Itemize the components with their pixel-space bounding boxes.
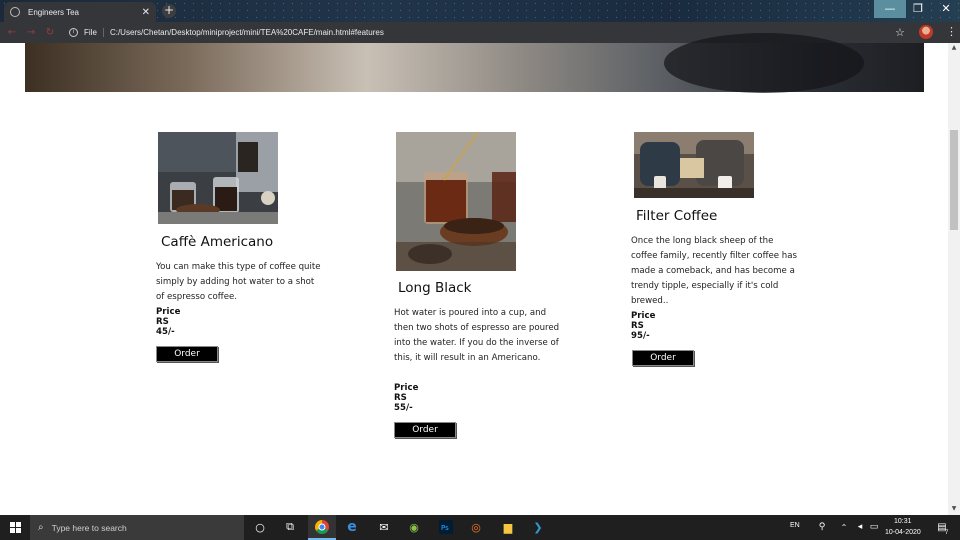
back-arrow-icon[interactable]: ← [5,26,19,40]
order-button[interactable]: Order [632,350,694,366]
filter-coffee-image [634,132,754,198]
people-icon[interactable]: ⚲ [814,518,830,536]
address-prefix: File [84,28,97,37]
blender-icon[interactable]: ◎ [468,518,484,536]
battery-icon[interactable]: ▭ [866,518,882,536]
info-icon[interactable]: i [69,28,78,37]
photoshop-icon[interactable]: Ps [438,518,454,536]
tab-title: Engineers Tea [28,7,79,17]
globe-icon [10,7,20,17]
forward-arrow-icon[interactable]: → [24,26,38,40]
search-icon: ⌕ [38,522,44,533]
product-description: Once the long black sheep of the coffee … [631,236,797,306]
close-window-button[interactable]: ✕ [930,0,960,18]
windows-logo-icon [9,522,21,533]
order-button[interactable]: Order [156,346,218,362]
browser-titlebar: Engineers Tea ✕ + — ❐ ✕ [0,0,960,22]
mail-icon[interactable]: ✉ [376,518,392,536]
americano-image [158,132,278,224]
notification-count: 7 [945,530,949,536]
product-title: Filter Coffee [636,208,718,224]
product-description: Hot water is poured into a cup, and then… [394,308,560,363]
product-price: Price RS 95/- [631,311,656,341]
product-title: Caffè Americano [161,234,274,250]
file-explorer-icon[interactable]: ▆ [500,518,516,536]
address-bar[interactable]: C:/Users/Chetan/Desktop/miniproject/mini… [110,28,384,37]
cortana-icon[interactable]: ○ [252,518,268,536]
hero-image [25,33,924,93]
product-description: You can make this type of coffee quite s… [156,262,321,302]
chrome-taskbar-icon[interactable] [308,515,336,540]
reload-icon[interactable]: ↻ [43,26,57,40]
search-placeholder: Type here to search [51,522,127,533]
product-price: Price RS 55/- [394,383,419,413]
scroll-up-icon[interactable]: ▲ [948,44,960,54]
new-tab-button[interactable]: + [162,4,176,18]
address-separator: | [101,27,105,38]
page-scrollbar[interactable] [948,43,960,515]
language-indicator[interactable]: EN [790,522,800,529]
bookmark-star-icon[interactable]: ☆ [895,26,905,39]
long-black-image [396,132,516,271]
browser-tab[interactable]: Engineers Tea ✕ [4,2,156,22]
edge-icon[interactable]: e [344,518,360,536]
svg-text:Ps: Ps [441,524,449,532]
product-title: Long Black [398,280,472,296]
task-view-icon[interactable]: ⧉ [282,518,298,536]
taskbar-search[interactable]: ⌕ Type here to search [30,515,244,540]
profile-avatar[interactable] [919,25,933,39]
android-studio-icon[interactable]: ◉ [406,518,422,536]
more-menu-icon[interactable]: ⋮ [946,25,957,38]
clock-time[interactable]: 10:31 [894,518,912,525]
order-button[interactable]: Order [394,422,456,438]
product-price: Price RS 45/- [156,307,181,337]
scroll-down-icon[interactable]: ▼ [948,505,960,515]
vscode-icon[interactable]: ❯ [530,518,546,536]
start-button[interactable] [0,515,30,540]
chevron-up-icon[interactable]: ⌃ [836,518,852,536]
tab-close-icon[interactable]: ✕ [142,7,150,18]
scrollbar-thumb[interactable] [950,130,958,230]
clock-date[interactable]: 10-04-2020 [885,529,921,536]
